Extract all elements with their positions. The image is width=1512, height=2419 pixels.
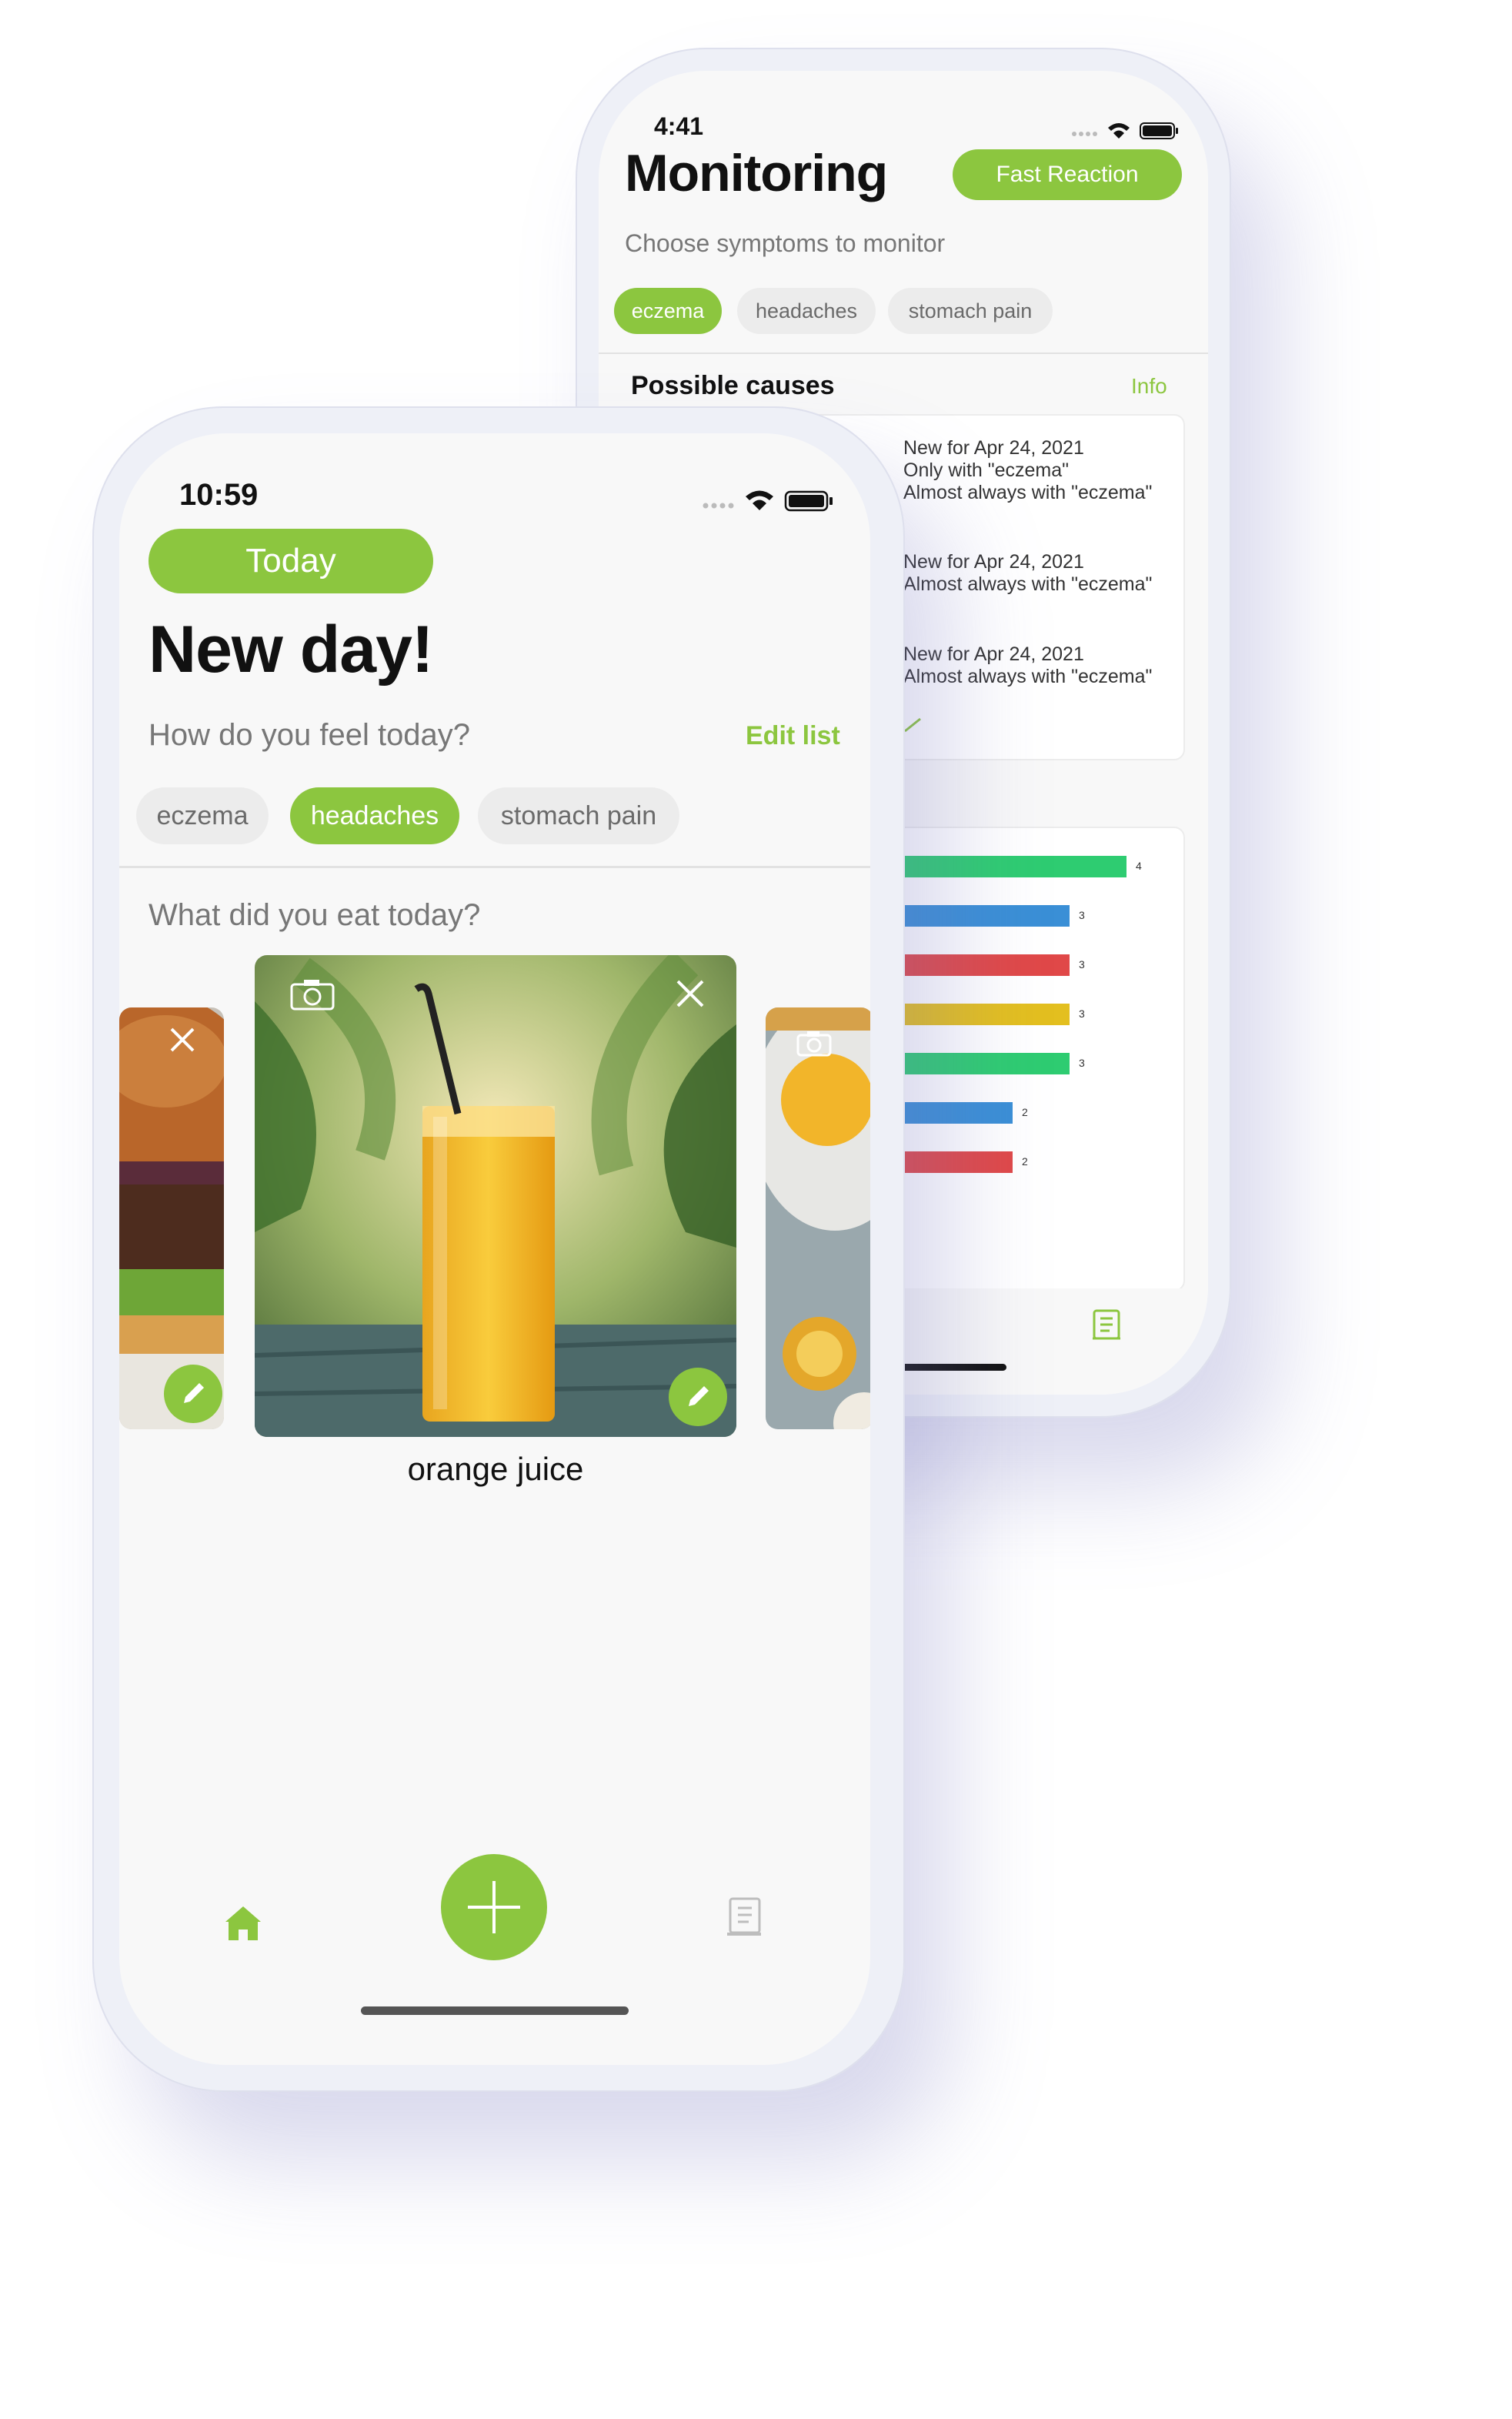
- chart-bar-value-label: 3: [1079, 909, 1085, 921]
- home-indicator: [361, 2006, 629, 2015]
- food-photo-burger[interactable]: [119, 1007, 224, 1429]
- eat-question: What did you eat today?: [149, 898, 481, 932]
- fast-reaction-button[interactable]: Fast Reaction: [953, 149, 1182, 200]
- today-phone: 10:59 Today New day! How do you feel tod…: [92, 406, 905, 2092]
- info-link[interactable]: Info: [1131, 374, 1167, 399]
- chart-bar-value-label: 3: [1079, 1057, 1085, 1069]
- edit-pencil-icon[interactable]: [669, 1368, 727, 1426]
- chip-stomach-pain[interactable]: stomach pain: [478, 787, 679, 844]
- causes-title: Possible causes: [631, 371, 835, 400]
- home-icon[interactable]: [224, 1905, 262, 1946]
- list-icon[interactable]: [726, 1896, 764, 1943]
- chart-bar: [899, 1151, 1013, 1173]
- close-icon[interactable]: [675, 978, 706, 1013]
- status-time: 4:41: [654, 112, 704, 140]
- chart-bar: [899, 856, 1126, 877]
- list-icon[interactable]: [1091, 1308, 1122, 1346]
- status-time: 10:59: [179, 478, 259, 512]
- today-screen: 10:59 Today New day! How do you feel tod…: [119, 433, 870, 2065]
- food-caption: orange juice: [407, 1451, 584, 1487]
- cause-item[interactable]: New for Apr 24, 2021 Only with "eczema" …: [903, 437, 1152, 504]
- camera-icon[interactable]: [796, 1031, 832, 1061]
- cause-line: Almost always with "eczema": [903, 666, 1153, 687]
- chart-bar-value-label: 4: [1136, 860, 1142, 872]
- chip-stomach-pain[interactable]: stomach pain: [888, 288, 1053, 334]
- cause-line: Almost always with "eczema": [903, 482, 1153, 503]
- status-icons: [1070, 119, 1185, 145]
- chart-bar-value-label: 3: [1079, 958, 1085, 971]
- food-photo-pastry[interactable]: [766, 1007, 870, 1429]
- camera-icon[interactable]: [290, 978, 335, 1014]
- cause-line: New for Apr 24, 2021: [903, 551, 1084, 573]
- chart-bar: [899, 1102, 1013, 1124]
- divider: [119, 866, 870, 868]
- symptom-bar-chart: 4 3 3 3 3 2 2: [899, 856, 1176, 1271]
- chart-bar: [899, 1053, 1070, 1074]
- chart-bar-value-label: 3: [1079, 1007, 1085, 1020]
- cause-item[interactable]: New for Apr 24, 2021 Almost always with …: [903, 551, 1152, 596]
- chip-eczema[interactable]: eczema: [614, 288, 722, 334]
- plus-icon: [468, 1881, 520, 1933]
- chip-headaches[interactable]: headaches: [737, 288, 876, 334]
- food-photo-orange-juice[interactable]: [255, 955, 736, 1437]
- cause-line: New for Apr 24, 2021: [903, 437, 1084, 459]
- cause-line: Almost always with "eczema": [903, 573, 1153, 595]
- cause-item[interactable]: New for Apr 24, 2021 Almost always with …: [903, 643, 1152, 688]
- monitor-subtitle: Choose symptoms to monitor: [625, 229, 946, 257]
- chart-bar: [899, 954, 1070, 976]
- page-title: New day!: [149, 613, 434, 687]
- close-icon[interactable]: [169, 1026, 196, 1057]
- chip-eczema[interactable]: eczema: [136, 787, 269, 844]
- chart-bar-value-label: 2: [1022, 1155, 1028, 1168]
- chart-bar: [899, 1004, 1070, 1025]
- chart-bar: [899, 905, 1070, 927]
- feel-question: How do you feel today?: [149, 718, 471, 752]
- check-icon: [903, 717, 922, 740]
- divider: [599, 352, 1208, 354]
- edit-list-link[interactable]: Edit list: [746, 721, 840, 751]
- page-title: Monitoring: [625, 144, 888, 202]
- cause-line: New for Apr 24, 2021: [903, 643, 1084, 665]
- chart-bar-value-label: 2: [1022, 1106, 1028, 1118]
- status-icons: [701, 486, 839, 517]
- edit-pencil-icon[interactable]: [164, 1365, 222, 1423]
- add-entry-button[interactable]: [441, 1854, 547, 1960]
- chip-headaches[interactable]: headaches: [290, 787, 459, 844]
- today-button[interactable]: Today: [149, 529, 433, 593]
- cause-line: Only with "eczema": [903, 459, 1070, 481]
